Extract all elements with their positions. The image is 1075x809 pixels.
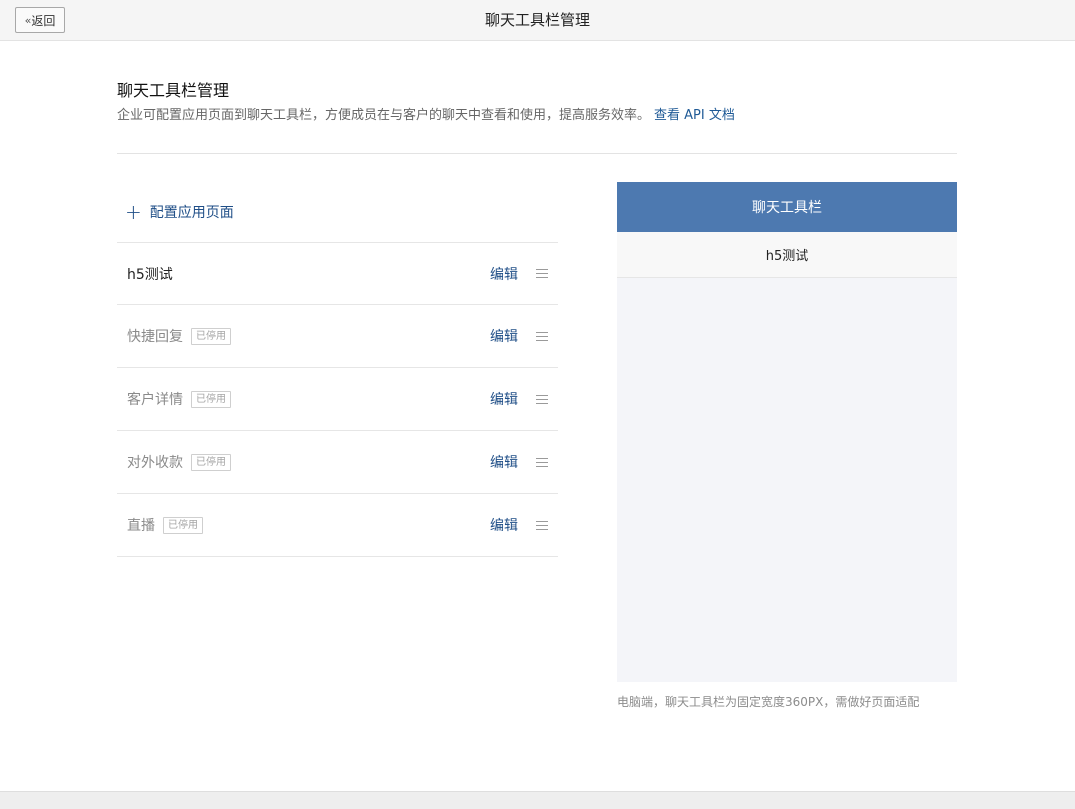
divider: [117, 153, 957, 154]
drag-handle-icon[interactable]: [536, 394, 548, 404]
item-label: 快捷回复: [127, 329, 183, 345]
add-app-page-label: 配置应用页面: [149, 205, 234, 221]
edit-link[interactable]: 编辑: [490, 515, 518, 535]
drag-handle-icon[interactable]: [536, 457, 548, 467]
plus-icon: +: [125, 200, 142, 224]
list-item: 快捷回复 已停用 编辑: [117, 305, 558, 368]
window-title: 聊天工具栏管理: [484, 11, 590, 29]
item-label: 客户详情: [127, 392, 183, 408]
status-badge: 已停用: [163, 516, 203, 534]
edit-link[interactable]: 编辑: [490, 389, 518, 409]
item-label: 直播: [127, 518, 155, 534]
page-title: 聊天工具栏管理: [117, 81, 230, 100]
toolbar-preview: 聊天工具栏 h5测试: [617, 182, 957, 682]
edit-link[interactable]: 编辑: [490, 452, 518, 472]
preview-header: 聊天工具栏: [617, 182, 957, 232]
api-docs-link[interactable]: 查看 API 文档: [654, 108, 735, 123]
description-text: 企业可配置应用页面到聊天工具栏，方便成员在与客户的聊天中查看和使用，提高服务效率…: [117, 108, 651, 123]
item-label: 对外收款: [127, 455, 183, 471]
status-badge: 已停用: [191, 453, 231, 471]
toolbar-page-list: + 配置应用页面 h5测试 编辑 快捷回复 已停用 编辑 客户详情 已停用 编辑…: [117, 182, 558, 557]
status-badge: 已停用: [191, 327, 231, 345]
list-item: 客户详情 已停用 编辑: [117, 368, 558, 431]
preview-item[interactable]: h5测试: [617, 232, 957, 278]
list-item: 对外收款 已停用 编辑: [117, 431, 558, 494]
drag-handle-icon[interactable]: [536, 269, 548, 278]
top-bar: « 返回 聊天工具栏管理: [0, 0, 1075, 41]
bottom-bar: [0, 791, 1075, 809]
drag-handle-icon[interactable]: [536, 331, 548, 341]
page-description: 企业可配置应用页面到聊天工具栏，方便成员在与客户的聊天中查看和使用，提高服务效率…: [117, 104, 735, 123]
list-item: h5测试 编辑: [117, 243, 558, 305]
list-item: 直播 已停用 编辑: [117, 494, 558, 557]
add-app-page-button[interactable]: + 配置应用页面: [117, 182, 558, 243]
edit-link[interactable]: 编辑: [490, 264, 518, 284]
status-badge: 已停用: [191, 390, 231, 408]
drag-handle-icon[interactable]: [536, 520, 548, 530]
edit-link[interactable]: 编辑: [490, 326, 518, 346]
preview-note: 电脑端，聊天工具栏为固定宽度360PX，需做好页面适配: [617, 695, 920, 709]
item-label: h5测试: [127, 266, 173, 283]
